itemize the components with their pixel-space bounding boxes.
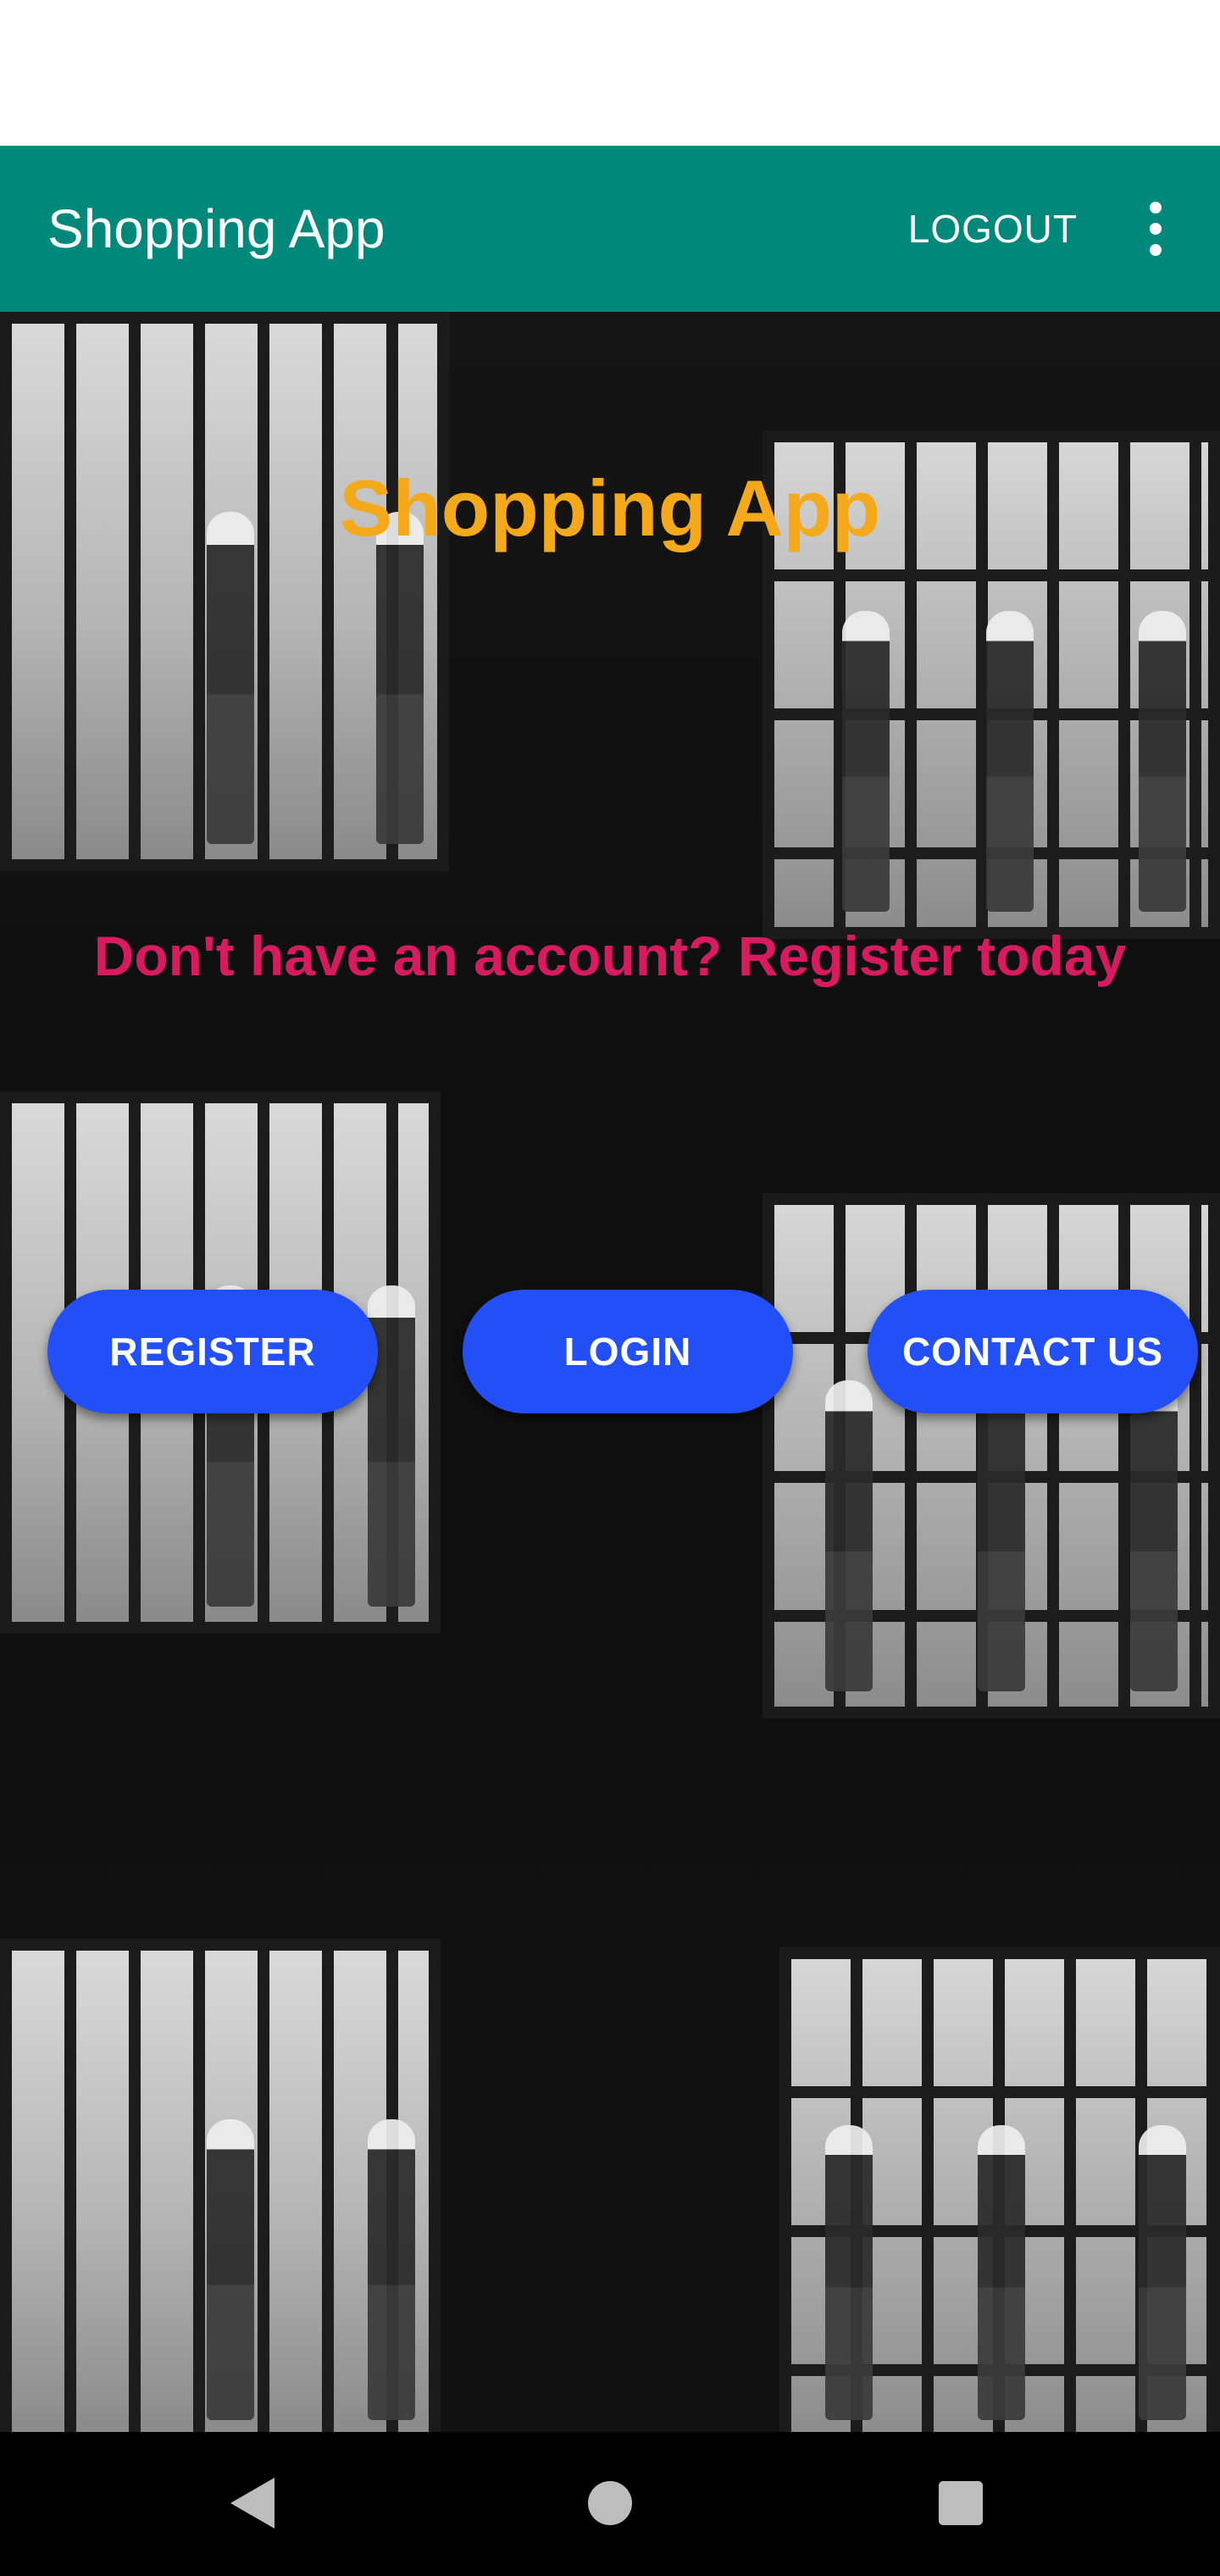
app-bar: Shopping App LOGOUT (0, 146, 1220, 312)
navigation-bar (0, 2432, 1220, 2576)
shop-window (0, 1939, 441, 2432)
login-button[interactable]: LOGIN (463, 1290, 793, 1413)
shop-window (762, 1193, 1220, 1718)
recents-square-icon[interactable] (939, 2481, 983, 2525)
screen: Shopping App LOGOUT Shopping App Don't h… (0, 0, 1220, 2576)
status-bar (0, 0, 1220, 146)
home-circle-icon[interactable] (588, 2481, 632, 2525)
more-vert-icon[interactable] (1139, 195, 1173, 263)
contact-us-button[interactable]: CONTACT US (868, 1290, 1198, 1413)
shop-window (779, 1947, 1220, 2432)
app-bar-title: Shopping App (47, 198, 385, 259)
logout-button[interactable]: LOGOUT (908, 206, 1078, 252)
back-triangle-icon[interactable] (230, 2478, 274, 2529)
register-prompt: Don't have an account? Register today (93, 924, 1127, 987)
hero-title: Shopping App (339, 464, 881, 552)
shop-window (0, 312, 449, 871)
register-button[interactable]: REGISTER (47, 1290, 378, 1413)
